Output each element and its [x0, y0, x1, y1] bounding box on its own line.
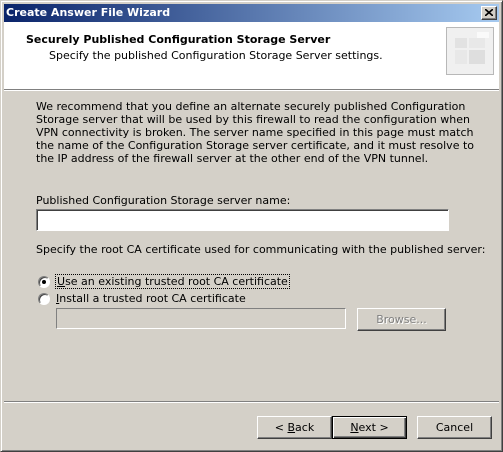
close-button[interactable]: [481, 6, 497, 20]
cancel-button[interactable]: Cancel: [417, 416, 492, 439]
ca-label: Specify the root CA certificate used for…: [36, 243, 486, 256]
browse-button[interactable]: Browse...: [357, 308, 446, 331]
wizard-header: Securely Published Configuration Storage…: [4, 22, 499, 89]
title-bar[interactable]: Create Answer File Wizard: [4, 4, 499, 22]
window-title: Create Answer File Wizard: [6, 6, 171, 19]
header-divider: [4, 89, 499, 91]
close-icon: [485, 9, 493, 16]
radio-button-selected[interactable]: [38, 276, 50, 288]
wizard-window: Create Answer File Wizard Securely Publi…: [0, 0, 503, 452]
next-button[interactable]: Next >: [332, 416, 407, 439]
radio-install-ca-label: Install a trusted root CA certificate: [56, 292, 246, 305]
back-button[interactable]: < Back: [257, 416, 332, 439]
page-title: Securely Published Configuration Storage…: [26, 33, 331, 46]
server-name-input[interactable]: [36, 209, 449, 231]
intro-text: We recommend that you define an alternat…: [36, 100, 475, 165]
server-name-label: Published Configuration Storage server n…: [36, 194, 291, 207]
footer-divider: [4, 401, 499, 403]
page-subtitle: Specify the published Configuration Stor…: [49, 49, 383, 62]
radio-use-existing-ca-label: Use an existing trusted root CA certific…: [55, 274, 290, 289]
certificate-path-input[interactable]: [56, 308, 346, 329]
wizard-logo-icon: [446, 27, 494, 75]
radio-button[interactable]: [38, 293, 50, 305]
